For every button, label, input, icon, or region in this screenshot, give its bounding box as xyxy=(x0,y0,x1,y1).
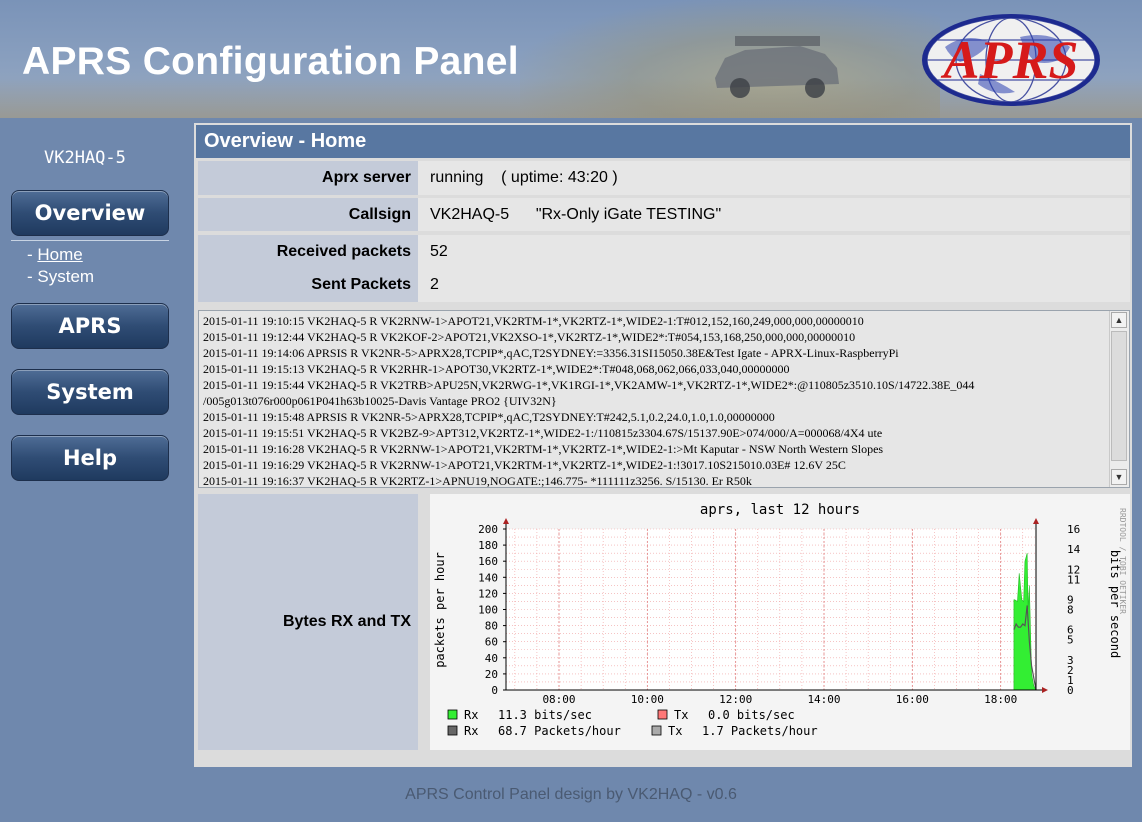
log-line: /005g013t076r000p061P041h63b10025-Davis … xyxy=(203,394,557,408)
sent-label: Sent Packets xyxy=(311,276,411,293)
log-line: 2015-01-11 19:12:44 VK2HAQ-5 R VK2KOF-2>… xyxy=(203,330,856,344)
footer-credit: APRS Control Panel design by VK2HAQ - v0… xyxy=(405,786,737,803)
y-tick-label: 80 xyxy=(485,620,498,633)
packet-log-textarea[interactable]: 2015-01-11 19:10:15 VK2HAQ-5 R VK2RNW-1>… xyxy=(198,310,1130,488)
page-title: APRS Configuration Panel xyxy=(22,40,519,83)
log-line: 2015-01-11 19:15:48 APRSIS R VK2NR-5>APR… xyxy=(203,410,775,424)
y2-tick-label: 12 xyxy=(1067,563,1080,576)
chart-ylabel: packets per hour xyxy=(433,552,447,668)
y-tick-label: 120 xyxy=(478,587,498,600)
y-tick-label: 200 xyxy=(478,523,498,536)
aprs-logo[interactable]: APRS xyxy=(920,12,1102,108)
y-tick-label: 140 xyxy=(478,571,498,584)
x-tick-label: 12:00 xyxy=(719,693,752,706)
subnav-item-home: - Home xyxy=(27,245,83,264)
callsign-value: VK2HAQ-5 "Rx-Only iGate TESTING" xyxy=(418,198,1130,231)
y2-tick-label: 3 xyxy=(1067,654,1074,667)
legend-series-value: 11.3 bits/sec xyxy=(498,708,592,722)
legend-swatch xyxy=(657,709,668,720)
legend-series-value: 68.7 Packets/hour xyxy=(498,724,621,738)
legend-swatch xyxy=(447,709,458,720)
log-line: 2015-01-11 19:15:44 VK2HAQ-5 R VK2TRB>AP… xyxy=(203,378,975,392)
nav-aprs-button[interactable]: APRS xyxy=(11,303,169,349)
chart-credit: RRDTOOL / TOBI OETIKER xyxy=(1118,508,1127,614)
y-tick-label: 40 xyxy=(485,652,498,665)
y2-tick-label: 6 xyxy=(1067,624,1074,637)
chart-title: aprs, last 12 hours xyxy=(700,502,860,518)
y-tick-label: 100 xyxy=(478,604,498,617)
y-tick-label: 60 xyxy=(485,636,498,649)
y-tick-label: 160 xyxy=(478,555,498,568)
server-value: running ( uptime: 43:20 ) xyxy=(418,161,1130,195)
nav-help-button[interactable]: Help xyxy=(11,435,169,481)
nav-divider xyxy=(11,240,169,241)
received-label: Received packets xyxy=(276,243,411,260)
header-banner: APRS Configuration Panel APRS xyxy=(0,0,1142,118)
scroll-thumb[interactable] xyxy=(1111,331,1127,461)
y2-tick-label: 14 xyxy=(1067,543,1081,556)
nav-system-button[interactable]: System xyxy=(11,369,169,415)
panel-title: Overview - Home xyxy=(196,125,1130,158)
svg-text:APRS: APRS xyxy=(940,30,1078,90)
y2-tick-label: 9 xyxy=(1067,593,1074,606)
server-label: Aprx server xyxy=(198,161,418,195)
y2-tick-label: 16 xyxy=(1067,523,1080,536)
traffic-chart-svg: 020406080100120140160180200 012356891112… xyxy=(430,494,1130,750)
legend-swatch xyxy=(447,725,458,736)
x-tick-label: 18:00 xyxy=(984,693,1017,706)
x-tick-label: 10:00 xyxy=(631,693,664,706)
log-line: 2015-01-11 19:15:51 VK2HAQ-5 R VK2BZ-9>A… xyxy=(203,426,883,440)
log-line: 2015-01-11 19:16:29 VK2HAQ-5 R VK2RNW-1>… xyxy=(203,458,846,472)
legend-series-value: 0.0 bits/sec xyxy=(708,708,795,722)
log-line: 2015-01-11 19:16:28 VK2HAQ-5 R VK2RNW-1>… xyxy=(203,442,884,456)
legend-series-name: Rx xyxy=(464,708,478,722)
subnav-system-link[interactable]: System xyxy=(37,267,94,286)
vehicle-photo xyxy=(715,36,839,98)
callsign-label: Callsign xyxy=(198,198,418,231)
legend-series-value: 1.7 Packets/hour xyxy=(702,724,818,738)
y-tick-label: 20 xyxy=(485,668,498,681)
log-line: 2015-01-11 19:14:06 APRSIS R VK2NR-5>APR… xyxy=(203,346,899,360)
traffic-chart: 0 20 40 60 80 100 120 140 160 180 200 0 1 2 3 5 6 8 9 11 12… xyxy=(430,494,1130,750)
legend-series-name: Tx xyxy=(668,724,682,738)
sidebar-callsign: VK2HAQ-5 xyxy=(44,148,126,168)
subnav-item-system: - System xyxy=(27,267,95,286)
y-tick-label: 0 xyxy=(491,684,498,697)
log-line: 2015-01-11 19:16:37 VK2HAQ-5 R VK2RTZ-1>… xyxy=(203,474,752,488)
received-value: 52 xyxy=(430,243,448,260)
x-tick-label: 14:00 xyxy=(807,693,840,706)
packet-log-lines: 2015-01-11 19:10:15 VK2HAQ-5 R VK2RNW-1>… xyxy=(203,313,1108,488)
x-tick-label: 16:00 xyxy=(896,693,929,706)
subnav-home-link[interactable]: Home xyxy=(37,245,82,264)
scroll-up-arrow-icon[interactable]: ▲ xyxy=(1111,312,1127,328)
legend-swatch xyxy=(651,725,662,736)
nav-overview-button[interactable]: Overview xyxy=(11,190,169,236)
y-tick-label: 180 xyxy=(478,539,498,552)
x-tick-label: 08:00 xyxy=(542,693,575,706)
legend-series-name: Rx xyxy=(464,724,478,738)
legend-series-name: Tx xyxy=(674,708,688,722)
log-line: 2015-01-11 19:15:13 VK2HAQ-5 R VK2RHR-1>… xyxy=(203,362,790,376)
log-line: 2015-01-11 19:10:15 VK2HAQ-5 R VK2RNW-1>… xyxy=(203,314,864,328)
sent-value: 2 xyxy=(430,276,439,293)
scroll-down-arrow-icon[interactable]: ▼ xyxy=(1111,469,1127,485)
chart-row-label: Bytes RX and TX xyxy=(198,494,418,750)
log-scrollbar[interactable]: ▲ ▼ xyxy=(1109,311,1129,487)
